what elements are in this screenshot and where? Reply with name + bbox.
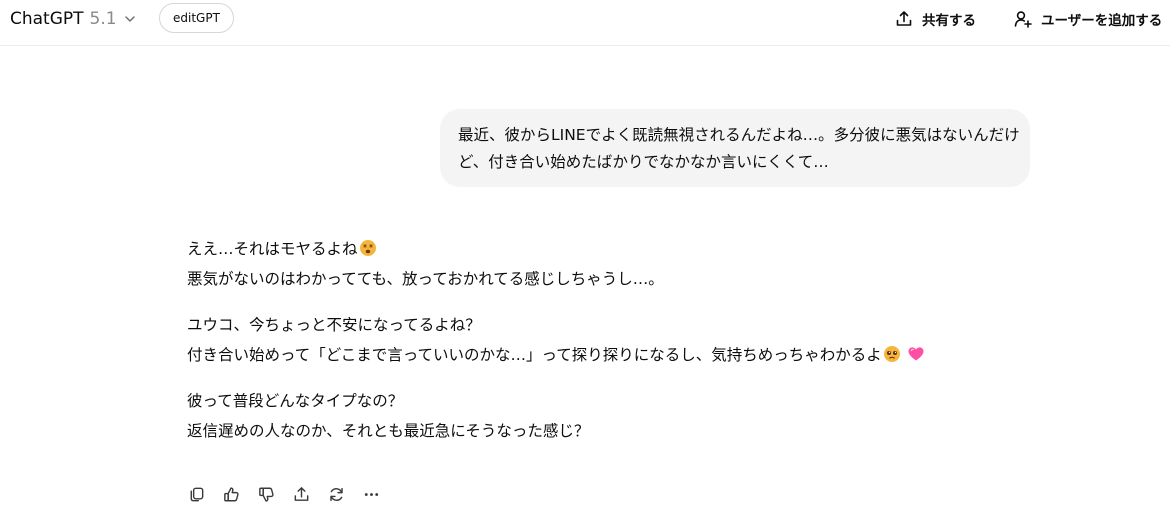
dizzy-face-emoji-icon bbox=[359, 240, 376, 256]
top-bar: ChatGPT 5.1 editGPT 共有する ユーザーを追加する bbox=[0, 0, 1170, 46]
copy-button[interactable] bbox=[183, 481, 210, 508]
message-actions bbox=[183, 480, 385, 508]
pink-heart-icon bbox=[908, 347, 924, 361]
assistant-message: ええ…それはモヤるよね 悪気がないのはわかってても、放っておかれてる感じしちゃう… bbox=[187, 234, 1007, 462]
thumbs-down-icon bbox=[259, 487, 274, 502]
thumbs-up-icon bbox=[224, 486, 239, 501]
assistant-paragraph: ユウコ、今ちょっと不安になってるよね？ 付き合い始めって「どこまで言っていいのか… bbox=[187, 310, 1007, 370]
assistant-paragraph: ええ…それはモヤるよね 悪気がないのはわかってても、放っておかれてる感じしちゃう… bbox=[187, 234, 1007, 294]
model-selector[interactable]: ChatGPT 5.1 bbox=[10, 6, 137, 32]
assistant-line: 返信遅めの人なのか、それとも最近急にそうなった感じ？ bbox=[187, 422, 590, 440]
user-message-line: ど、付き合い始めたばかりでなかなか言いにくくて… bbox=[458, 153, 829, 171]
custom-gpt-badge[interactable]: editGPT bbox=[159, 3, 234, 33]
assistant-line: ユウコ、今ちょっと不安になってるよね？ bbox=[187, 316, 481, 334]
regenerate-icon bbox=[330, 487, 343, 501]
model-version: 5.1 bbox=[89, 9, 117, 29]
bad-response-button[interactable] bbox=[253, 481, 280, 508]
user-message-line: 最近、彼からLINEでよく既読無視されるんだよね…。多分彼に悪気はないんだけ bbox=[458, 126, 1020, 144]
assistant-line: ええ…それはモヤるよね bbox=[187, 234, 1007, 264]
assistant-line: 彼って普段どんなタイプなの？ bbox=[187, 392, 404, 410]
share-message-button[interactable] bbox=[288, 481, 315, 508]
copy-icon bbox=[190, 487, 204, 501]
add-user-icon bbox=[1014, 11, 1032, 28]
chat-page: ChatGPT 5.1 editGPT 共有する ユーザーを追加する 最近、彼か bbox=[0, 0, 1170, 515]
share-button[interactable]: 共有する bbox=[894, 5, 976, 33]
add-user-label: ユーザーを追加する bbox=[1041, 13, 1163, 29]
add-user-button[interactable]: ユーザーを追加する bbox=[1013, 5, 1162, 33]
chevron-down-icon bbox=[124, 16, 135, 22]
more-icon bbox=[364, 492, 379, 496]
regenerate-button[interactable] bbox=[323, 481, 350, 508]
share-label: 共有する bbox=[922, 13, 976, 29]
upload-icon bbox=[896, 11, 912, 26]
good-response-button[interactable] bbox=[218, 481, 245, 508]
pleading-face-emoji-icon bbox=[883, 346, 900, 362]
user-message-bubble: 最近、彼からLINEでよく既読無視されるんだよね…。多分彼に悪気はないんだけ ど… bbox=[440, 109, 1030, 187]
more-options-button[interactable] bbox=[358, 481, 385, 508]
share-icon bbox=[294, 486, 309, 501]
model-name: ChatGPT bbox=[10, 9, 84, 29]
assistant-line: 悪気がないのはわかってても、放っておかれてる感じしちゃうし…。 bbox=[187, 270, 664, 288]
assistant-line: 付き合い始めって「どこまで言っていいのかな…」って探り探りになるし、気持ちめっち… bbox=[187, 340, 1007, 370]
assistant-paragraph: 彼って普段どんなタイプなの？ 返信遅めの人なのか、それとも最近急にそうなった感じ… bbox=[187, 386, 1007, 446]
